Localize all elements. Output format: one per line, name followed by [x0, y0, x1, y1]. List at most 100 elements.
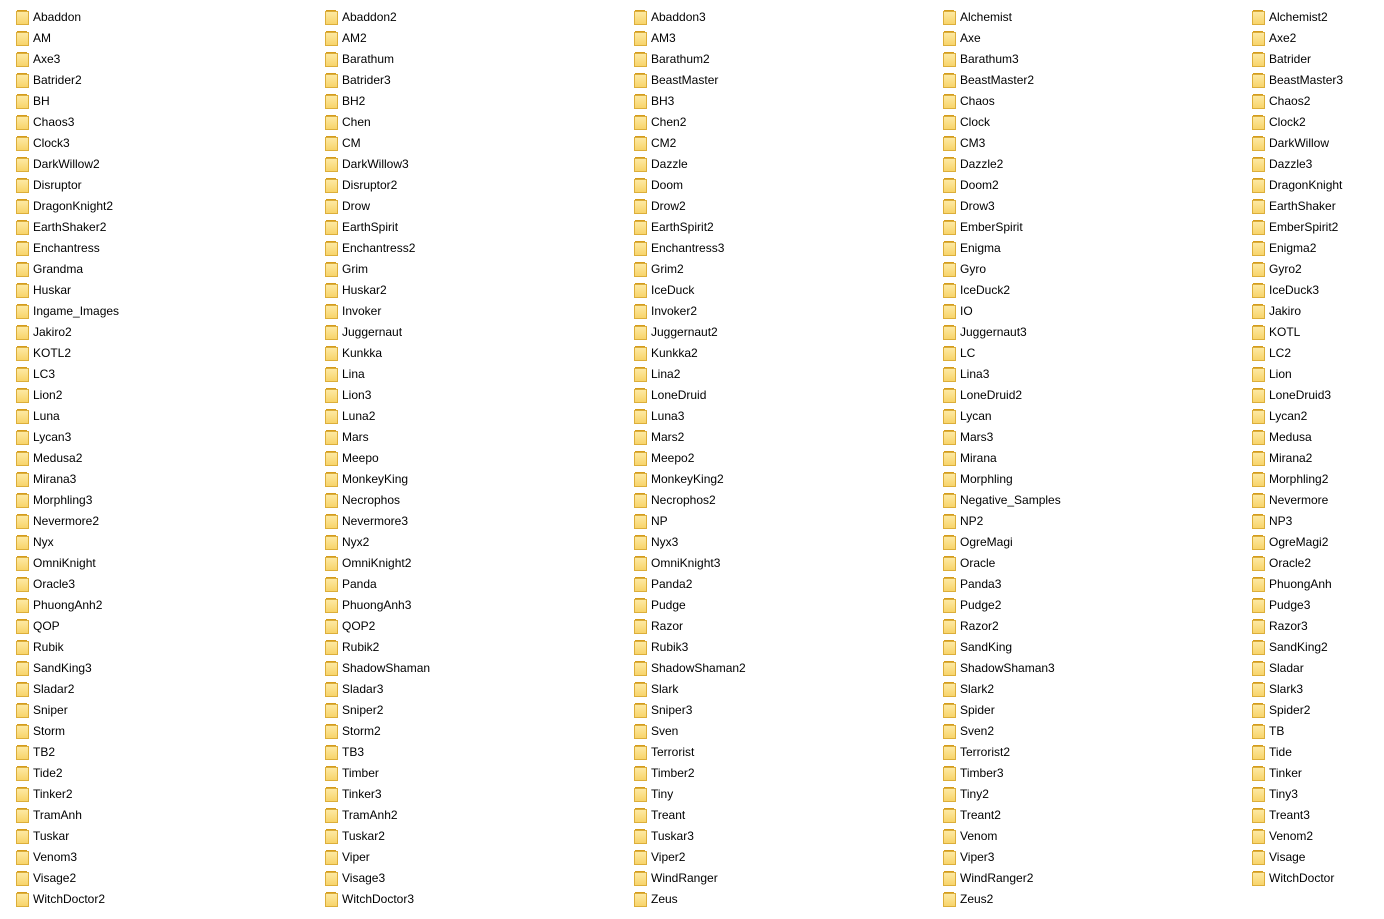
folder-item[interactable]: Razor2	[943, 616, 1243, 637]
folder-item[interactable]: CM3	[943, 133, 1243, 154]
folder-item[interactable]: Zeus	[634, 889, 934, 910]
folder-item[interactable]: TramAnh2	[325, 805, 625, 826]
folder-item[interactable]: Batrider2	[16, 70, 316, 91]
folder-item[interactable]: Alchemist	[943, 7, 1243, 28]
folder-item[interactable]: Enigma2	[1252, 238, 1384, 259]
folder-item[interactable]: Sniper	[16, 700, 316, 721]
folder-item[interactable]: Tinker	[1252, 763, 1384, 784]
folder-item[interactable]: QOP2	[325, 616, 625, 637]
folder-item[interactable]: Necrophos2	[634, 490, 934, 511]
folder-item[interactable]: Ingame_Images	[16, 301, 316, 322]
folder-item[interactable]: Razor	[634, 616, 934, 637]
folder-item[interactable]: Tiny2	[943, 784, 1243, 805]
folder-item[interactable]: Dazzle2	[943, 154, 1243, 175]
folder-item[interactable]: AM3	[634, 28, 934, 49]
folder-item[interactable]: Jakiro2	[16, 322, 316, 343]
folder-item[interactable]: Venom3	[16, 847, 316, 868]
folder-item[interactable]: Slark2	[943, 679, 1243, 700]
folder-item[interactable]: Nevermore	[1252, 490, 1384, 511]
folder-item[interactable]: Lina3	[943, 364, 1243, 385]
folder-item[interactable]: OgreMagi	[943, 532, 1243, 553]
folder-item[interactable]: Batrider	[1252, 49, 1384, 70]
folder-item[interactable]: TB	[1252, 721, 1384, 742]
folder-item[interactable]: Sladar	[1252, 658, 1384, 679]
folder-item[interactable]: Drow3	[943, 196, 1243, 217]
folder-item[interactable]: Juggernaut2	[634, 322, 934, 343]
folder-item[interactable]: Lion	[1252, 364, 1384, 385]
folder-item[interactable]: Tide	[1252, 742, 1384, 763]
folder-item[interactable]: Necrophos	[325, 490, 625, 511]
folder-item[interactable]: Disruptor2	[325, 175, 625, 196]
folder-item[interactable]: Sladar2	[16, 679, 316, 700]
folder-item[interactable]: Sladar3	[325, 679, 625, 700]
folder-item[interactable]: Axe2	[1252, 28, 1384, 49]
folder-item[interactable]: Barathum3	[943, 49, 1243, 70]
folder-item[interactable]: Lycan2	[1252, 406, 1384, 427]
folder-item[interactable]: BH3	[634, 91, 934, 112]
folder-item[interactable]: Abaddon3	[634, 7, 934, 28]
folder-item[interactable]: Storm	[16, 721, 316, 742]
folder-item[interactable]: Sven	[634, 721, 934, 742]
folder-item[interactable]: Lycan3	[16, 427, 316, 448]
folder-item[interactable]: Nyx	[16, 532, 316, 553]
folder-item[interactable]: Lion2	[16, 385, 316, 406]
folder-item[interactable]: Terrorist2	[943, 742, 1243, 763]
folder-item[interactable]: Lycan	[943, 406, 1243, 427]
folder-item[interactable]: Drow	[325, 196, 625, 217]
folder-item[interactable]: Jakiro	[1252, 301, 1384, 322]
folder-item[interactable]: Doom2	[943, 175, 1243, 196]
folder-item[interactable]: Juggernaut	[325, 322, 625, 343]
folder-item[interactable]: Rubik2	[325, 637, 625, 658]
folder-item[interactable]: Pudge3	[1252, 595, 1384, 616]
folder-item[interactable]: ShadowShaman2	[634, 658, 934, 679]
folder-item[interactable]: DragonKnight	[1252, 175, 1384, 196]
folder-item[interactable]: Oracle2	[1252, 553, 1384, 574]
folder-item[interactable]: Grim2	[634, 259, 934, 280]
folder-item[interactable]: WitchDoctor2	[16, 889, 316, 910]
folder-item[interactable]: Pudge2	[943, 595, 1243, 616]
folder-item[interactable]: Chaos	[943, 91, 1243, 112]
folder-item[interactable]: Negative_Samples	[943, 490, 1243, 511]
folder-item[interactable]: LC	[943, 343, 1243, 364]
folder-item[interactable]: BH2	[325, 91, 625, 112]
folder-item[interactable]: TramAnh	[16, 805, 316, 826]
folder-item[interactable]: Enigma	[943, 238, 1243, 259]
folder-item[interactable]: IceDuck	[634, 280, 934, 301]
folder-item[interactable]: Enchantress	[16, 238, 316, 259]
folder-item[interactable]: Mirana3	[16, 469, 316, 490]
folder-item[interactable]: OmniKnight	[16, 553, 316, 574]
folder-item[interactable]: Treant3	[1252, 805, 1384, 826]
folder-item[interactable]: BeastMaster3	[1252, 70, 1384, 91]
folder-item[interactable]: NP3	[1252, 511, 1384, 532]
folder-item[interactable]: Kunkka2	[634, 343, 934, 364]
folder-item[interactable]: Lina	[325, 364, 625, 385]
folder-item[interactable]: Viper2	[634, 847, 934, 868]
folder-item[interactable]: Tuskar2	[325, 826, 625, 847]
folder-item[interactable]: Juggernaut3	[943, 322, 1243, 343]
folder-item[interactable]: Slark3	[1252, 679, 1384, 700]
folder-item[interactable]: BeastMaster2	[943, 70, 1243, 91]
folder-item[interactable]: DragonKnight2	[16, 196, 316, 217]
folder-item[interactable]: Grim	[325, 259, 625, 280]
folder-item[interactable]: Medusa	[1252, 427, 1384, 448]
folder-item[interactable]: Enchantress3	[634, 238, 934, 259]
folder-item[interactable]: EmberSpirit	[943, 217, 1243, 238]
folder-item[interactable]: Luna2	[325, 406, 625, 427]
folder-item[interactable]: Oracle3	[16, 574, 316, 595]
folder-item[interactable]: Mirana	[943, 448, 1243, 469]
folder-item[interactable]: MonkeyKing	[325, 469, 625, 490]
folder-item[interactable]: Rubik3	[634, 637, 934, 658]
folder-item[interactable]: OmniKnight2	[325, 553, 625, 574]
folder-item[interactable]: Panda2	[634, 574, 934, 595]
folder-item[interactable]: Luna3	[634, 406, 934, 427]
folder-item[interactable]: Nyx2	[325, 532, 625, 553]
folder-item[interactable]: Dazzle3	[1252, 154, 1384, 175]
folder-item[interactable]: Drow2	[634, 196, 934, 217]
folder-item[interactable]: SandKing2	[1252, 637, 1384, 658]
folder-item[interactable]: EmberSpirit2	[1252, 217, 1384, 238]
folder-item[interactable]: Medusa2	[16, 448, 316, 469]
folder-item[interactable]: Pudge	[634, 595, 934, 616]
folder-item[interactable]: Storm2	[325, 721, 625, 742]
folder-item[interactable]: IceDuck2	[943, 280, 1243, 301]
folder-item[interactable]: DarkWillow2	[16, 154, 316, 175]
